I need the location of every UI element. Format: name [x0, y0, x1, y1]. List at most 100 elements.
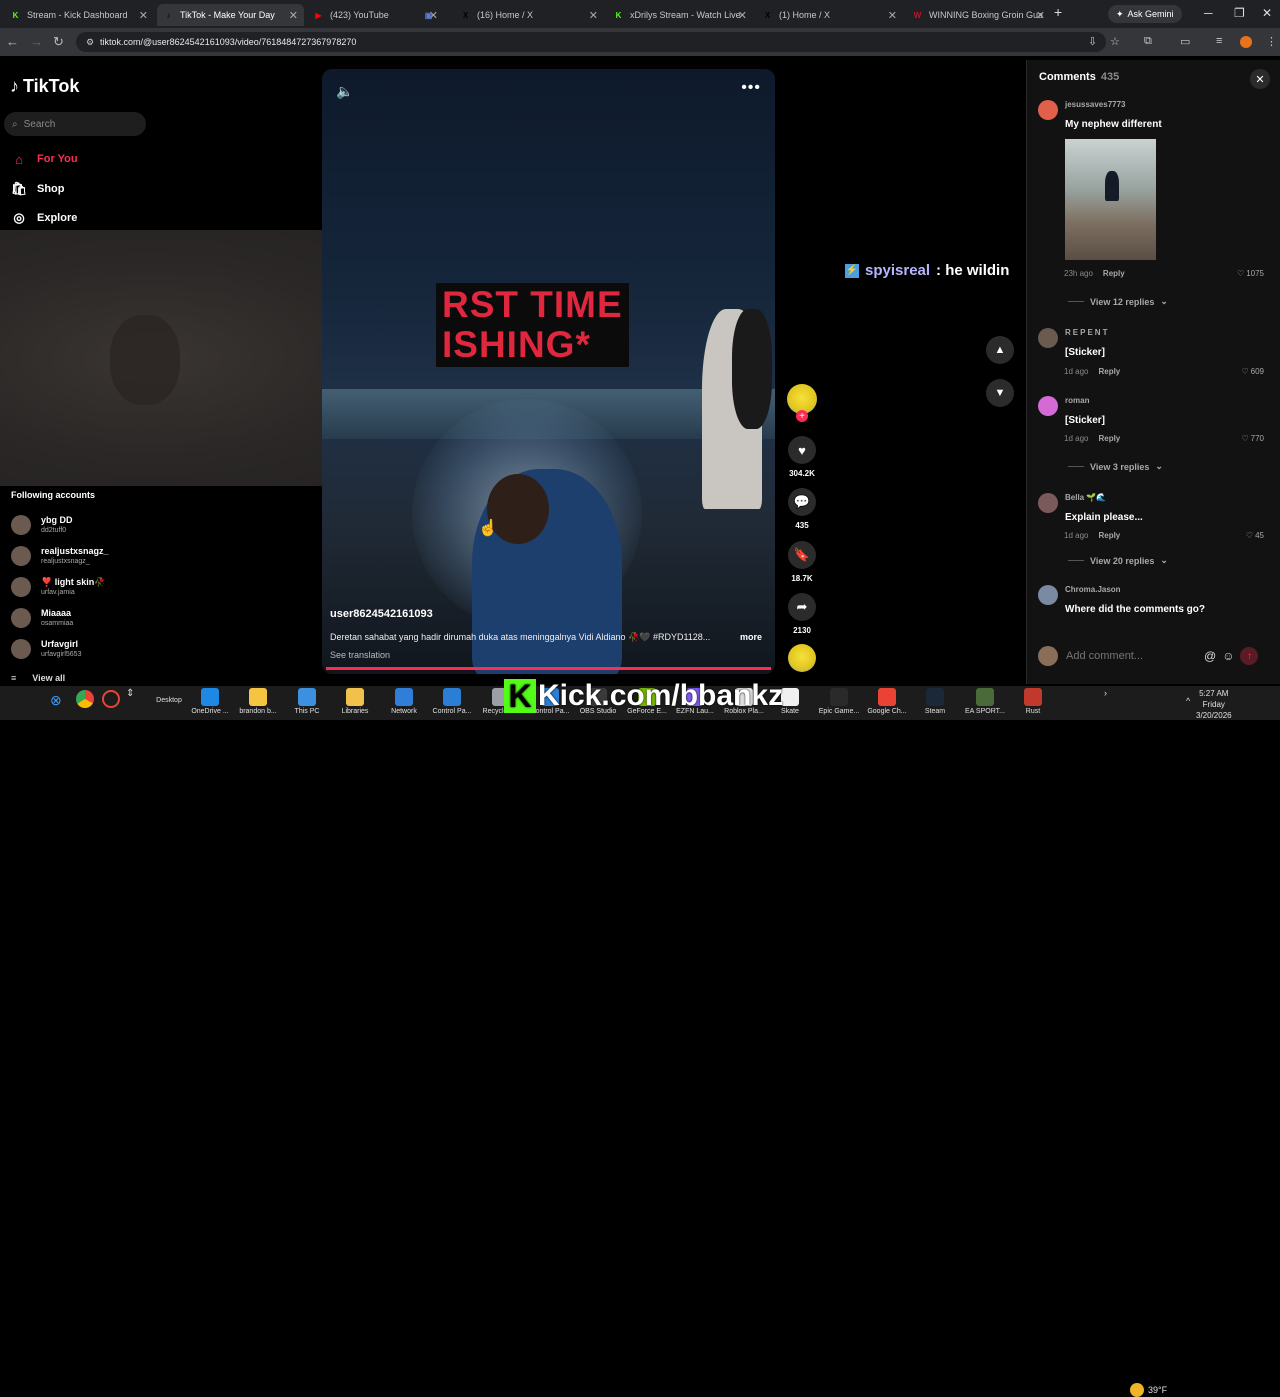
comment-username[interactable]: Bella 🌱🌊 [1065, 493, 1106, 502]
comment-username[interactable]: roman [1065, 396, 1089, 405]
volume-icon[interactable]: 🔈 [336, 83, 353, 100]
reply-button[interactable]: Reply [1098, 531, 1120, 540]
browser-tab[interactable]: X (16) Home / X ✕ [454, 4, 604, 26]
comment-action[interactable]: 💬 435 [787, 488, 817, 530]
sidebar-icon[interactable]: ▭ [1180, 35, 1190, 48]
restore-icon[interactable]: ❐ [1234, 6, 1245, 20]
comment-like[interactable]: ♡ 770 [1241, 434, 1264, 443]
heart-icon[interactable]: ♥ [788, 436, 816, 464]
new-tab-icon[interactable]: + [1054, 4, 1062, 20]
comment-attached-photo[interactable] [1065, 139, 1156, 260]
minimize-icon[interactable]: ─ [1204, 6, 1213, 20]
install-app-icon[interactable]: ⇩ [1088, 35, 1097, 48]
comment-username[interactable]: jesussaves7773 [1065, 100, 1126, 109]
chrome-taskbar-icon[interactable] [76, 690, 94, 708]
following-account[interactable]: ybg DD dd2tuff0 [11, 515, 73, 535]
taskbar-shortcut[interactable]: Epic Game... [814, 688, 864, 715]
comment-avatar[interactable] [1038, 585, 1058, 605]
emoji-icon[interactable]: ☺ [1222, 649, 1234, 663]
tab-close-icon[interactable]: ✕ [738, 9, 747, 22]
profile-avatar-icon[interactable] [1240, 36, 1252, 48]
weather-widget[interactable]: 39°F [1130, 1383, 1167, 1397]
view-replies-button[interactable]: View 3 replies ⌄ [1068, 461, 1163, 472]
browser-tab[interactable]: K Stream - Kick Dashboard ✕ [4, 4, 154, 26]
nav-item-for-you[interactable]: ⌂ For You [11, 151, 77, 167]
tray-up-icon[interactable]: ^ [1186, 696, 1190, 706]
view-replies-button[interactable]: View 12 replies ⌄ [1068, 296, 1168, 307]
browser-tab[interactable]: W WINNING Boxing Groin Gua ✕ [906, 4, 1051, 26]
more-options-icon[interactable]: ••• [741, 79, 761, 97]
comment-avatar[interactable] [1038, 328, 1058, 348]
video-progress-bar[interactable] [326, 667, 771, 670]
extensions-icon[interactable]: ⧉ [1144, 35, 1152, 48]
reply-button[interactable]: Reply [1103, 269, 1125, 278]
previous-video-button[interactable]: ▲ [986, 336, 1014, 364]
taskbar-scroll-icon[interactable]: ⇕ [126, 688, 134, 699]
bookmark-star-icon[interactable]: ☆ [1110, 35, 1120, 48]
like-action[interactable]: ♥ 304.2K [787, 436, 817, 478]
taskbar-shortcut[interactable]: Libraries [330, 688, 380, 715]
browser-tab[interactable]: KxDrilys Stream - Watch Live ✕ [607, 4, 753, 26]
taskbar-shortcut[interactable]: brandon b... [233, 688, 283, 715]
back-icon[interactable]: ← [6, 34, 19, 49]
view-all-button[interactable]: ≡ View all [11, 673, 65, 683]
bookmark-icon[interactable]: 🔖 [788, 541, 816, 569]
tab-close-icon[interactable]: ✕ [289, 9, 298, 22]
tiktok-logo[interactable]: ♪ TikTok [10, 76, 79, 97]
comment-avatar[interactable] [1038, 100, 1058, 120]
window-close-icon[interactable]: ✕ [1262, 6, 1272, 20]
browser-menu-icon[interactable]: ⋮ [1266, 35, 1277, 48]
following-account[interactable]: Urfavgirl urfavgirl5653 [11, 639, 81, 659]
address-bar[interactable]: tiktok.com/@user8624542161093/video/7618… [76, 32, 1106, 52]
ask-gemini-button[interactable]: ✦ Ask Gemini [1108, 5, 1182, 23]
comment-like[interactable]: ♡ 1075 [1237, 269, 1264, 278]
browser-tab[interactable]: X (1) Home / X ✕ [756, 4, 903, 26]
xbox-icon[interactable]: ⊗ [50, 692, 62, 709]
comment-icon[interactable]: 💬 [788, 488, 816, 516]
forward-icon[interactable]: → [30, 34, 43, 49]
next-video-button[interactable]: ▼ [986, 379, 1014, 407]
following-account[interactable]: realjustxsnagz_ realjustxsnagz_ [11, 546, 109, 566]
comment-username[interactable]: Chroma.Jason [1065, 585, 1121, 594]
sound-disc[interactable] [787, 644, 817, 672]
taskbar-shortcut[interactable]: EA SPORT... [960, 688, 1010, 715]
comment-avatar[interactable] [1038, 493, 1058, 513]
share-action[interactable]: ➦ 2130 [787, 593, 817, 635]
comment-like[interactable]: ♡ 45 [1246, 531, 1264, 540]
following-account[interactable]: ❣️ light skin🥀 urfav.jamia [11, 577, 105, 597]
comment-like[interactable]: ♡ 609 [1241, 367, 1264, 376]
taskbar-shortcut[interactable]: This PC [282, 688, 332, 715]
system-clock[interactable]: 5:27 AM Friday 3/20/2026 [1196, 688, 1232, 721]
tab-close-icon[interactable]: ✕ [1036, 9, 1045, 22]
view-replies-button[interactable]: View 20 replies ⌄ [1068, 555, 1168, 566]
media-icon[interactable]: ≡ [1216, 35, 1222, 47]
mention-icon[interactable]: @ [1204, 649, 1216, 663]
video-player[interactable]: RST TIME ISHING* 🔈 ••• user8624542161093… [322, 69, 775, 674]
taskbar-shortcut[interactable]: Control Pa... [427, 688, 477, 715]
following-account[interactable]: Miaaaa osammiaa [11, 608, 73, 628]
reply-button[interactable]: Reply [1098, 367, 1120, 376]
add-comment-input[interactable] [1066, 646, 1196, 666]
send-comment-button[interactable]: ↑ [1240, 647, 1259, 665]
taskbar-shortcut[interactable]: OneDrive ... [185, 688, 235, 715]
nav-item-explore[interactable]: ◎ Explore [11, 210, 77, 226]
taskbar-shortcut[interactable]: Steam [910, 688, 960, 715]
tab-close-icon[interactable]: ✕ [589, 9, 598, 22]
save-action[interactable]: 🔖 18.7K [787, 541, 817, 583]
close-comments-button[interactable]: ✕ [1250, 69, 1270, 89]
taskbar-shortcut[interactable]: Google Ch... [862, 688, 912, 715]
overflow-chevron-icon[interactable]: › [1104, 688, 1107, 698]
taskbar-shortcut[interactable]: Rust [1008, 688, 1058, 715]
search-field[interactable]: ⌕ Search [4, 112, 146, 136]
description-more-button[interactable]: more [740, 632, 762, 642]
share-icon[interactable]: ➦ [788, 593, 816, 621]
browser-tab[interactable]: ♪ TikTok - Make Your Day ✕ [157, 4, 304, 26]
reload-icon[interactable]: ↻ [53, 34, 64, 50]
site-info-icon[interactable]: ⚙ [86, 37, 94, 48]
tab-close-icon[interactable]: ✕ [139, 9, 148, 22]
see-translation-link[interactable]: See translation [330, 650, 390, 660]
follow-plus-icon[interactable]: + [796, 410, 808, 422]
taskbar-shortcut[interactable]: Network [379, 688, 429, 715]
browser-tab[interactable]: ▣ [417, 4, 451, 26]
tab-close-icon[interactable]: ✕ [888, 9, 897, 22]
